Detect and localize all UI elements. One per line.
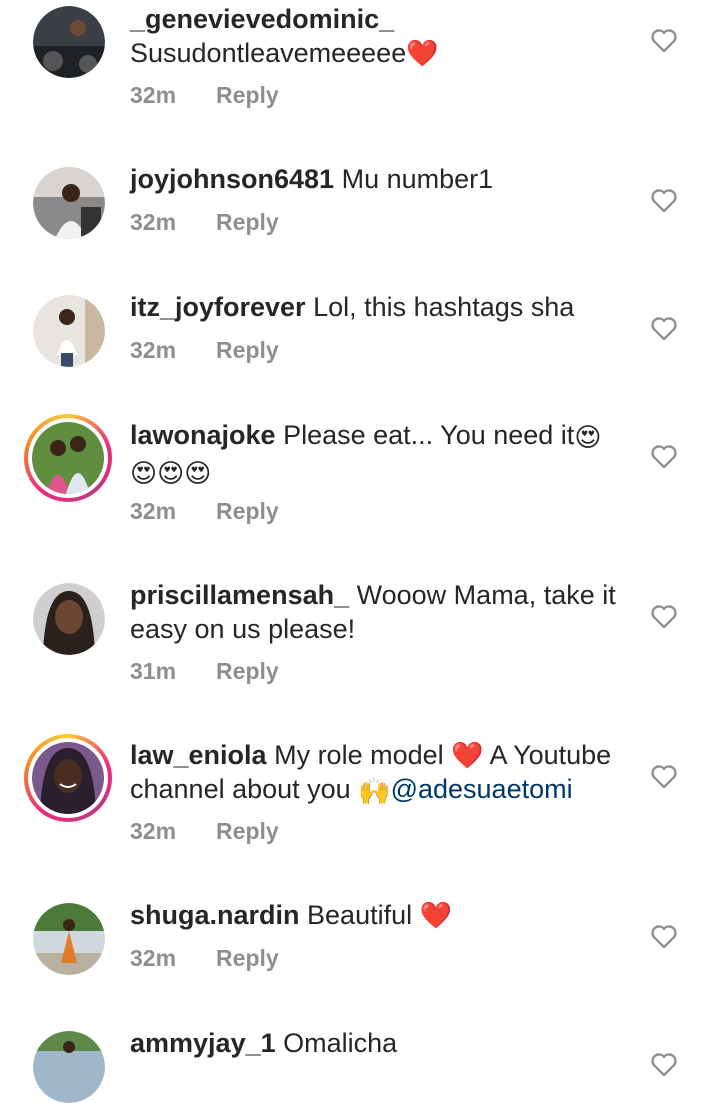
comment-meta: 31m Reply <box>130 658 279 685</box>
comment-text: Lol, this hashtags sha <box>313 292 575 322</box>
comment-time: 32m <box>130 209 177 235</box>
comment-text: Susudontleavemeeeee <box>130 38 407 68</box>
comment-time: 32m <box>130 818 177 844</box>
avatar[interactable] <box>33 1031 105 1103</box>
comment-meta: 32m Reply <box>130 82 279 109</box>
comment-body: _genevievedominic_ Susudontleavemeeeee❤️ <box>130 2 630 70</box>
comment-meta: 32m Reply <box>130 945 279 972</box>
heart-outline-icon[interactable] <box>650 923 678 949</box>
comment-body: joyjohnson6481 Mu number1 <box>130 162 630 196</box>
heart-outline-icon[interactable] <box>650 603 678 629</box>
comment-body: itz_joyforever Lol, this hashtags sha <box>130 290 630 324</box>
comment-time: 32m <box>130 82 177 108</box>
reply-button[interactable]: Reply <box>216 337 279 363</box>
heart-outline-icon[interactable] <box>650 187 678 213</box>
comment-meta: 32m Reply <box>130 818 279 845</box>
comment-username[interactable]: shuga.nardin <box>130 900 300 930</box>
comment-time: 32m <box>130 337 177 363</box>
comment-username[interactable]: lawonajoke <box>130 420 276 450</box>
mention-link[interactable]: @adesuaetomi <box>391 774 573 804</box>
comment-time: 32m <box>130 945 177 971</box>
comment-body: law_eniola My role model ❤️ A Youtube ch… <box>130 738 630 808</box>
reply-button[interactable]: Reply <box>216 658 279 684</box>
heart-eyes-emoji: 😍 <box>574 422 602 452</box>
avatar-story-ring[interactable] <box>24 414 112 502</box>
comment-text: Mu number1 <box>341 164 494 194</box>
heart-outline-icon[interactable] <box>650 1051 678 1077</box>
heart-emoji: ❤️ <box>451 740 484 770</box>
heart-outline-icon[interactable] <box>650 763 678 789</box>
reply-button[interactable]: Reply <box>216 818 279 844</box>
comment-username[interactable]: priscillamensah_ <box>130 580 349 610</box>
comment-text: Beautiful <box>307 900 413 930</box>
avatar[interactable] <box>33 295 105 367</box>
avatar[interactable] <box>33 903 105 975</box>
avatar[interactable] <box>33 583 105 655</box>
raising-hands-emoji: 🙌 <box>358 776 391 806</box>
comment-meta: 32m Reply <box>130 209 279 236</box>
avatar[interactable] <box>33 6 105 78</box>
reply-button[interactable]: Reply <box>216 945 279 971</box>
avatar[interactable] <box>33 167 105 239</box>
comment-username[interactable]: _genevievedominic_ <box>130 4 394 34</box>
heart-emoji: ❤️ <box>406 38 439 68</box>
heart-outline-icon[interactable] <box>650 27 678 53</box>
reply-button[interactable]: Reply <box>216 498 279 524</box>
comment-text: My role model <box>274 740 444 770</box>
comment-body: lawonajoke Please eat... You need it😍 😍😍… <box>130 418 630 490</box>
comment-username[interactable]: joyjohnson6481 <box>130 164 334 194</box>
avatar-story-ring[interactable] <box>24 734 112 822</box>
reply-button[interactable]: Reply <box>216 209 279 235</box>
comment-time: 32m <box>130 498 177 524</box>
comment-username[interactable]: itz_joyforever <box>130 292 306 322</box>
comment-text: Please eat... You need it <box>283 420 575 450</box>
comment-body: priscillamensah_ Wooow Mama, take it eas… <box>130 578 630 646</box>
comment-time: 31m <box>130 658 177 684</box>
comment-meta: 32m Reply <box>130 337 279 364</box>
comment-username[interactable]: law_eniola <box>130 740 267 770</box>
heart-outline-icon[interactable] <box>650 315 678 341</box>
heart-emoji: ❤️ <box>419 900 452 930</box>
comment-body: ammyjay_1 Omalicha <box>130 1026 630 1060</box>
heart-outline-icon[interactable] <box>650 443 678 469</box>
comment-body: shuga.nardin Beautiful ❤️ <box>130 898 630 932</box>
comment-meta: 32m Reply <box>130 498 279 525</box>
heart-eyes-emoji-row: 😍😍😍 <box>130 458 212 488</box>
reply-button[interactable]: Reply <box>216 82 279 108</box>
